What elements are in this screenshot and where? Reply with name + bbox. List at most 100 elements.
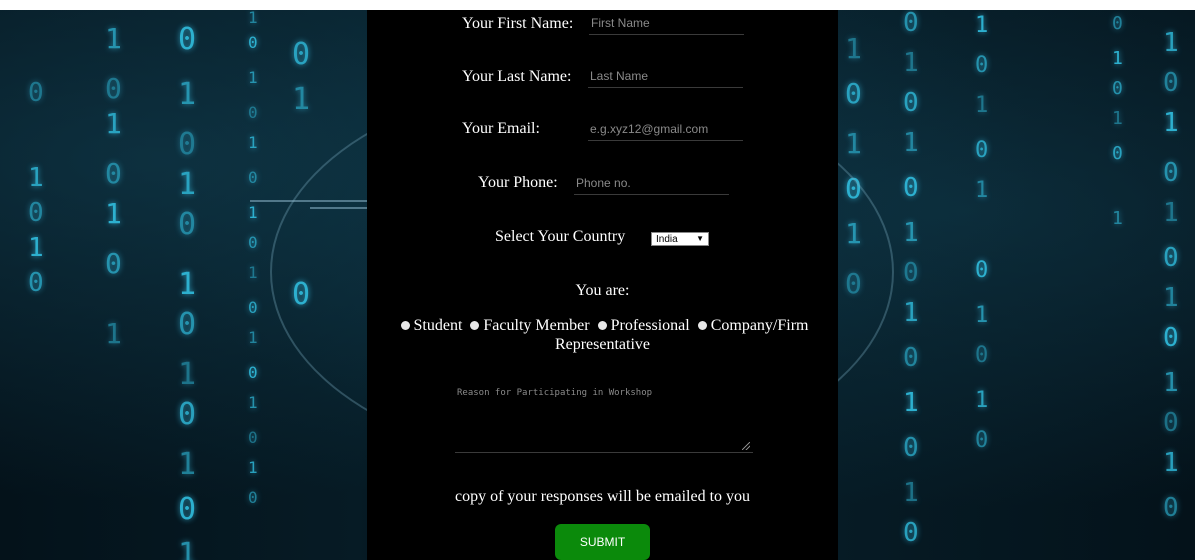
matrix-digit: 1 [248, 203, 258, 222]
matrix-digit: 1 [1163, 448, 1179, 478]
matrix-digit: 0 [178, 127, 197, 162]
matrix-digit: 1 [845, 127, 862, 160]
matrix-digit: 1 [975, 93, 989, 118]
last-name-input[interactable] [588, 67, 743, 88]
matrix-digit: 1 [1163, 198, 1179, 228]
matrix-digit: 0 [1163, 243, 1179, 273]
matrix-digit: 1 [1112, 48, 1123, 69]
matrix-digit: 0 [1112, 143, 1123, 164]
matrix-digit: 1 [178, 357, 197, 392]
matrix-digit: 1 [903, 48, 919, 78]
matrix-digit: 0 [248, 168, 258, 187]
chevron-down-icon: ▼ [696, 234, 704, 243]
matrix-digit: 0 [1163, 323, 1179, 353]
matrix-digit: 0 [248, 363, 258, 382]
matrix-digit: 1 [903, 128, 919, 158]
matrix-digit: 0 [903, 173, 919, 203]
matrix-digit: 1 [178, 447, 197, 482]
country-label: Select Your Country [495, 228, 626, 245]
matrix-digit: 0 [105, 72, 122, 105]
matrix-digit: 0 [903, 258, 919, 288]
matrix-digit: 1 [845, 32, 862, 65]
matrix-digit: 0 [248, 33, 258, 52]
matrix-digit: 1 [975, 388, 989, 413]
matrix-digit: 1 [1112, 108, 1123, 129]
background-line-left [250, 200, 367, 202]
matrix-digit: 0 [248, 428, 258, 447]
matrix-digit: 0 [28, 268, 44, 298]
matrix-digit: 0 [975, 428, 989, 453]
matrix-digit: 1 [903, 388, 919, 418]
matrix-digit: 1 [178, 537, 197, 560]
role-option-label: Professional [610, 317, 690, 334]
matrix-digit: 0 [28, 198, 44, 228]
matrix-digit: 0 [178, 307, 197, 342]
radio-button-icon[interactable] [597, 321, 607, 331]
role-radio-group: Student Faculty Member Professional Comp… [387, 316, 818, 354]
matrix-digit: 0 [975, 138, 989, 163]
matrix-digit: 1 [1163, 283, 1179, 313]
matrix-digit: 0 [178, 207, 197, 242]
matrix-digit: 1 [248, 68, 258, 87]
matrix-digit: 0 [903, 343, 919, 373]
matrix-digit: 1 [292, 82, 311, 117]
role-option-professional[interactable]: Professional [594, 317, 690, 334]
registration-form: Your First Name: Your Last Name: Your Em… [367, 10, 838, 560]
role-option-student[interactable]: Student [397, 317, 463, 334]
first-name-label: Your First Name: [462, 15, 574, 32]
matrix-digit: 1 [248, 10, 258, 27]
matrix-digit: 0 [845, 77, 862, 110]
background-line-left-2 [310, 207, 367, 209]
matrix-digit: 1 [248, 393, 258, 412]
matrix-digit: 0 [28, 78, 44, 108]
matrix-digit: 1 [975, 303, 989, 328]
matrix-digit: 1 [1163, 108, 1179, 138]
matrix-digit: 1 [28, 233, 44, 263]
matrix-digit: 0 [1163, 158, 1179, 188]
matrix-digit: 0 [248, 298, 258, 317]
matrix-digit: 0 [903, 88, 919, 118]
matrix-digit: 0 [1112, 13, 1123, 34]
matrix-digit: 0 [178, 22, 197, 57]
matrix-digit: 0 [903, 10, 919, 38]
email-copy-note: copy of your responses will be emailed t… [454, 488, 751, 505]
matrix-digit: 0 [105, 157, 122, 190]
radio-button-icon[interactable] [400, 321, 410, 331]
matrix-digit: 1 [178, 77, 197, 112]
resize-handle-icon[interactable] [742, 442, 750, 450]
matrix-digit: 0 [248, 488, 258, 507]
role-option-label: Faculty Member [483, 317, 590, 334]
matrix-digit: 1 [975, 13, 989, 38]
first-name-input[interactable] [589, 14, 744, 35]
matrix-digit: 1 [248, 263, 258, 282]
matrix-digit: 1 [903, 218, 919, 248]
email-label: Your Email: [462, 120, 540, 137]
email-input[interactable] [588, 120, 743, 141]
matrix-digit: 0 [105, 247, 122, 280]
phone-label: Your Phone: [478, 174, 558, 191]
matrix-digit: 1 [248, 458, 258, 477]
matrix-digit: 1 [28, 163, 44, 193]
role-option-faculty[interactable]: Faculty Member [466, 317, 590, 334]
country-select[interactable]: India ▼ [651, 232, 709, 246]
matrix-digit: 1 [1163, 368, 1179, 398]
submit-button[interactable]: SUBMIT [555, 524, 650, 560]
matrix-digit: 0 [1163, 408, 1179, 438]
matrix-digit: 0 [178, 397, 197, 432]
reason-textarea[interactable] [455, 386, 753, 453]
matrix-digit: 0 [1163, 68, 1179, 98]
matrix-digit: 0 [903, 433, 919, 463]
page: 0 1 0 1 0 1 0 1 0 1 0 1 0 1 0 1 0 1 0 1 0 1 0 1 1 0 1 0 1 0 1 0 1 0 1 0 1 0 1 0… [0, 10, 1195, 560]
matrix-digit: 0 [248, 103, 258, 122]
radio-button-icon[interactable] [697, 321, 707, 331]
last-name-label: Your Last Name: [462, 68, 572, 85]
matrix-digit: 0 [975, 53, 989, 78]
matrix-digit: 0 [178, 492, 197, 527]
radio-button-icon[interactable] [470, 321, 480, 331]
matrix-digit: 0 [1112, 78, 1123, 99]
matrix-digit: 1 [975, 178, 989, 203]
phone-input[interactable] [574, 174, 729, 195]
matrix-digit: 0 [248, 233, 258, 252]
matrix-digit: 1 [105, 197, 122, 230]
role-option-label: Student [413, 317, 463, 334]
